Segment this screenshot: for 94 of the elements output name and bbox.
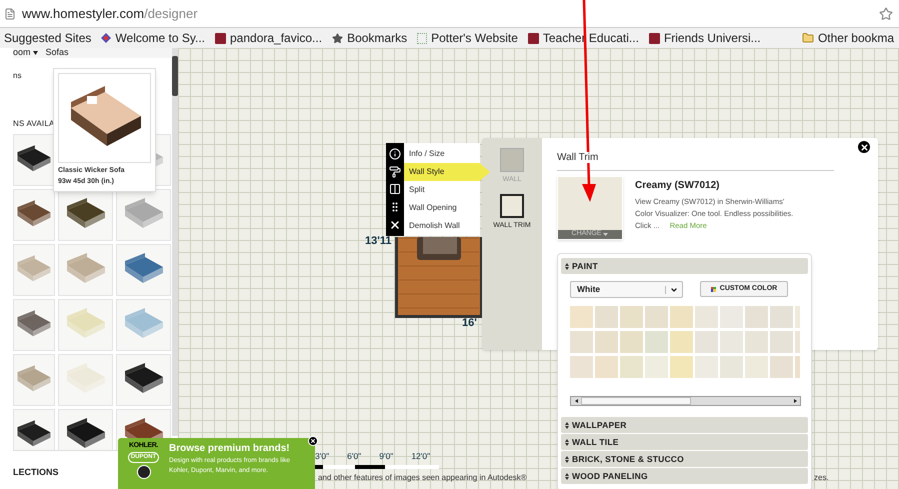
menu-item[interactable]: Split <box>404 181 480 199</box>
section-header[interactable]: BRICK, STONE & STUCCO <box>561 451 808 467</box>
color-swatch[interactable] <box>770 306 793 328</box>
scale-label: 3'0" <box>315 450 330 463</box>
collections-label[interactable]: LECTIONS <box>13 467 59 477</box>
color-swatch[interactable] <box>745 356 768 378</box>
color-swatch[interactable] <box>670 331 693 353</box>
color-swatch[interactable] <box>695 356 718 378</box>
bookmark-link[interactable]: pandora_favico... <box>210 29 328 47</box>
bookmark-link[interactable]: Bookmarks <box>327 29 412 47</box>
dotted-page-icon <box>417 32 428 44</box>
catalog-subheading: NS AVAILA <box>13 118 56 130</box>
section-header[interactable]: WALL TILE <box>561 434 808 450</box>
color-swatch[interactable] <box>595 356 618 378</box>
scrollbar[interactable] <box>172 48 178 436</box>
paint-roller-icon[interactable] <box>389 166 401 178</box>
wall-swatch <box>500 194 524 218</box>
color-swatch[interactable] <box>770 331 793 353</box>
emblem-icon <box>136 464 150 478</box>
wall-swatch <box>500 148 524 172</box>
caret-icon <box>603 233 608 236</box>
color-swatch[interactable] <box>620 331 643 353</box>
dimension-label: 13'11 <box>365 234 392 249</box>
section-header[interactable]: PAINT <box>561 258 808 274</box>
diamond-icon <box>101 33 112 43</box>
bookmark-star-icon[interactable] <box>879 6 893 20</box>
info-icon[interactable] <box>389 148 401 160</box>
color-swatch[interactable] <box>695 331 718 353</box>
star-icon <box>332 32 344 44</box>
sort-icon <box>565 262 569 270</box>
section-header[interactable]: WOOD PANELING <box>561 468 808 484</box>
color-swatch[interactable] <box>595 331 618 353</box>
sort-icon <box>565 472 569 480</box>
bookmark-link[interactable]: Suggested Sites <box>0 29 96 47</box>
color-swatch[interactable] <box>720 331 743 353</box>
ad-title: Browse premium brands! <box>169 442 291 456</box>
scroll-left-icon[interactable] <box>574 399 578 403</box>
color-dropdown[interactable]: White <box>570 281 683 298</box>
bookmark-link[interactable]: Other bookma <box>796 29 899 47</box>
sort-icon <box>565 422 569 428</box>
sort-icon <box>565 438 569 446</box>
footer-text: zes. <box>814 472 829 484</box>
color-swatch[interactable] <box>670 306 693 328</box>
scale-label: 9'0" <box>379 450 394 463</box>
color-name: Creamy (SW7012) <box>635 179 720 193</box>
room-drawing[interactable] <box>395 237 483 318</box>
url-text: www.homestyler.com/designer <box>22 4 198 23</box>
color-swatch[interactable] <box>745 331 768 353</box>
menu-item[interactable]: Wall Style <box>404 163 490 181</box>
bookmark-link[interactable]: Friends Universi... <box>644 29 766 47</box>
bookmark-link[interactable]: Potter's Website <box>412 29 523 47</box>
horizontal-scrollbar[interactable] <box>570 396 801 406</box>
panel-title: Wall Trim <box>557 152 598 163</box>
color-swatch[interactable] <box>620 356 643 378</box>
breadcrumb-link[interactable]: Sofas <box>46 48 69 60</box>
split-icon[interactable] <box>389 183 401 196</box>
color-swatch[interactable] <box>570 306 593 328</box>
section-header[interactable]: WALLPAPER <box>561 417 808 433</box>
color-swatch[interactable] <box>720 306 743 328</box>
color-swatch[interactable] <box>645 356 668 378</box>
favicon-icon <box>648 32 660 44</box>
color-swatch[interactable] <box>570 331 593 353</box>
color-swatch[interactable] <box>770 356 793 378</box>
menu-item[interactable]: Wall Opening <box>404 199 480 217</box>
scroll-right-icon[interactable] <box>794 399 796 403</box>
folder-icon <box>802 32 814 44</box>
close-icon[interactable] <box>389 219 401 232</box>
scale-label: 12'0" <box>411 450 430 463</box>
caret-icon <box>670 286 678 294</box>
color-swatch[interactable] <box>570 356 593 378</box>
color-swatch[interactable] <box>720 356 743 378</box>
sort-icon <box>565 456 569 462</box>
bookmark-link[interactable]: Welcome to Sy... <box>96 29 210 47</box>
menu-item[interactable]: Info / Size <box>404 145 480 163</box>
color-swatch[interactable] <box>595 306 618 328</box>
bookmark-link[interactable]: Teacher Educati... <box>522 29 644 47</box>
caret-icon <box>32 51 38 55</box>
favicon-icon <box>528 32 539 44</box>
color-swatch[interactable] <box>745 306 768 328</box>
color-swatch[interactable] <box>695 306 718 328</box>
color-swatch[interactable] <box>670 356 693 378</box>
breadcrumb-link[interactable]: oom <box>13 48 38 60</box>
dimension-label: 16' <box>462 316 477 331</box>
color-grid-icon <box>710 286 716 292</box>
catalog-heading: ns <box>13 70 22 82</box>
color-swatch[interactable] <box>645 306 668 328</box>
close-icon[interactable] <box>860 142 868 152</box>
page-icon <box>4 8 16 20</box>
favicon-icon <box>215 32 226 44</box>
scale-label: 6'0" <box>347 450 362 463</box>
footer-text: and other features of images seen appearing in Autodesk® <box>318 472 527 484</box>
color-swatch[interactable] <box>620 306 643 328</box>
menu-item[interactable]: Demolish Wall <box>404 217 480 235</box>
color-swatch[interactable] <box>645 331 668 353</box>
